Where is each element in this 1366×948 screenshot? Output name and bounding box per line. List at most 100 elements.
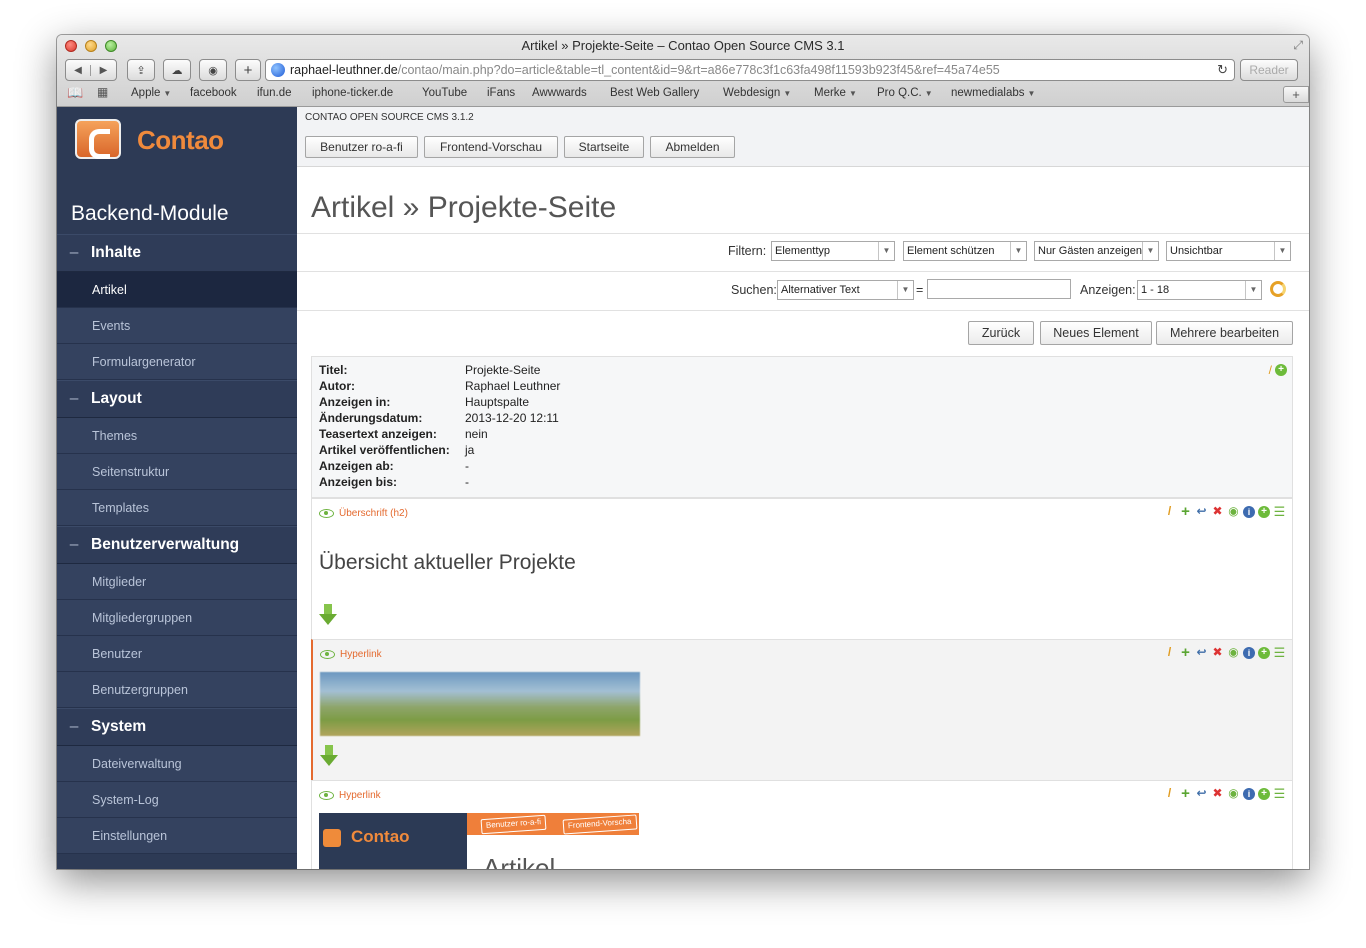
preview-logo-icon — [323, 829, 341, 847]
toggle-visibility-icon[interactable]: ◉ — [1227, 646, 1240, 659]
paste-after-icon[interactable]: + — [1258, 787, 1270, 800]
delete-icon[interactable]: ✖ — [1211, 505, 1224, 518]
reload-icon[interactable]: ↻ — [1217, 60, 1228, 80]
sidebar-item-system-log[interactable]: System-Log — [57, 782, 297, 818]
search-field-select[interactable]: Alternativer Text ▼ — [777, 280, 914, 300]
content-element-headline: Überschrift (h2) / + ↩ ✖ ◉ i + ☰ Übersic… — [311, 498, 1293, 639]
meta-value: Projekte-Seite — [465, 363, 541, 377]
filter-invisible-select[interactable]: Unsichtbar ▼ — [1166, 241, 1291, 261]
bookmark-apple[interactable]: Apple ▼ — [131, 87, 171, 99]
reader-button[interactable]: Reader — [1240, 59, 1298, 81]
filter-element-type-select[interactable]: Elementtyp ▼ — [771, 241, 895, 261]
page-title: Artikel » Projekte-Seite — [311, 191, 617, 224]
book-icon[interactable]: 📖 — [67, 85, 83, 101]
paste-after-icon[interactable]: + — [1258, 646, 1270, 659]
dropdown-arrow-icon: ▼ — [1010, 242, 1026, 260]
caret-down-icon: ▼ — [848, 89, 857, 98]
logo[interactable]: Contao — [57, 107, 297, 169]
sidebar-group-benutzerverwaltung[interactable]: – Benutzerverwaltung — [57, 526, 297, 564]
ghostery-icon[interactable]: ◉ — [199, 59, 227, 81]
info-icon[interactable]: i — [1243, 646, 1255, 659]
browser-toolbar: Artikel » Projekte-Seite – Contao Open S… — [57, 35, 1309, 107]
bookmark-best-web-gallery[interactable]: Best Web Gallery — [610, 87, 699, 99]
arrow-down-icon[interactable] — [320, 745, 338, 767]
sidebar: Contao Backend-Module – Inhalte Artikel E… — [57, 107, 297, 869]
bookmark-webdesign[interactable]: Webdesign ▼ — [723, 87, 791, 99]
search-input[interactable] — [927, 279, 1071, 299]
bookmark-ifans[interactable]: iFans — [487, 87, 515, 99]
refresh-icon[interactable] — [1270, 281, 1286, 297]
delete-icon[interactable]: ✖ — [1211, 646, 1224, 659]
new-element-button[interactable]: Neues Element — [1040, 321, 1152, 345]
toggle-visibility-icon[interactable]: ◉ — [1227, 505, 1240, 518]
bookmark-merke[interactable]: Merke ▼ — [814, 87, 857, 99]
drag-handle-icon[interactable]: ☰ — [1273, 505, 1286, 518]
move-icon[interactable]: ↩ — [1195, 505, 1208, 518]
user-button[interactable]: Benutzer ro-a-fi — [305, 136, 418, 158]
icloud-icon[interactable]: ☁ — [163, 59, 191, 81]
bookmark-pro-qc[interactable]: Pro Q.C. ▼ — [877, 87, 933, 99]
copy-icon[interactable]: + — [1179, 504, 1192, 519]
toggle-visibility-icon[interactable]: ◉ — [1227, 787, 1240, 800]
new-tab-icon[interactable]: + — [1283, 86, 1309, 103]
filter-protected-select[interactable]: Element schützen ▼ — [903, 241, 1027, 261]
sidebar-item-mitgliedergruppen[interactable]: Mitgliedergruppen — [57, 600, 297, 636]
address-bar[interactable]: raphael-leuthner.de/contao/main.php?do=a… — [265, 59, 1235, 81]
meta-key: Anzeigen in: — [319, 395, 391, 409]
meta-value: nein — [465, 427, 488, 441]
delete-icon[interactable]: ✖ — [1211, 787, 1224, 800]
back-button[interactable]: Zurück — [968, 321, 1034, 345]
copy-icon[interactable]: + — [1179, 645, 1192, 660]
frontend-preview-button[interactable]: Frontend-Vorschau — [424, 136, 558, 158]
info-icon[interactable]: i — [1243, 505, 1255, 518]
sidebar-group-inhalte[interactable]: – Inhalte — [57, 234, 297, 272]
sidebar-item-mitglieder[interactable]: Mitglieder — [57, 564, 297, 600]
add-bookmark-icon[interactable]: + — [235, 59, 261, 81]
sidebar-item-templates[interactable]: Templates — [57, 490, 297, 526]
edit-multiple-button[interactable]: Mehrere bearbeiten — [1156, 321, 1293, 345]
sidebar-item-dateiverwaltung[interactable]: Dateiverwaltung — [57, 746, 297, 782]
bookmark-awwwards[interactable]: Awwwards — [532, 87, 587, 99]
homepage-button[interactable]: Startseite — [564, 136, 644, 158]
edit-icon[interactable]: / — [1163, 646, 1176, 659]
move-icon[interactable]: ↩ — [1195, 646, 1208, 659]
drag-handle-icon[interactable]: ☰ — [1273, 646, 1286, 659]
sidebar-item-themes[interactable]: Themes — [57, 418, 297, 454]
sidebar-group-layout[interactable]: – Layout — [57, 380, 297, 418]
bookmark-youtube[interactable]: YouTube — [422, 87, 467, 99]
sidebar-item-einstellungen[interactable]: Einstellungen — [57, 818, 297, 854]
sidebar-item-formulargenerator[interactable]: Formulargenerator — [57, 344, 297, 380]
sidebar-group-system[interactable]: – System — [57, 708, 297, 746]
add-element-icon[interactable]: + — [1275, 364, 1287, 376]
filter-guests-select[interactable]: Nur Gästen anzeigen ▼ — [1034, 241, 1159, 261]
share-icon[interactable]: ⇪ — [127, 59, 155, 81]
edit-article-icon[interactable]: / — [1269, 363, 1272, 377]
bookmark-ifun[interactable]: ifun.de — [257, 87, 292, 99]
arrow-down-icon[interactable] — [319, 604, 337, 626]
copy-icon[interactable]: + — [1179, 786, 1192, 801]
sidebar-item-benutzer[interactable]: Benutzer — [57, 636, 297, 672]
edit-icon[interactable]: / — [1163, 505, 1176, 518]
back-icon[interactable]: ◀ — [66, 64, 91, 76]
bookmark-facebook[interactable]: facebook — [190, 87, 237, 99]
edit-icon[interactable]: / — [1163, 787, 1176, 800]
drag-handle-icon[interactable]: ☰ — [1273, 787, 1286, 800]
element-type-label: Hyperlink — [320, 649, 382, 660]
move-icon[interactable]: ↩ — [1195, 787, 1208, 800]
sidebar-item-seitenstruktur[interactable]: Seitenstruktur — [57, 454, 297, 490]
logout-button[interactable]: Abmelden — [650, 136, 735, 158]
top-sites-icon[interactable]: ▦ — [97, 85, 108, 99]
bookmark-newmedialabs[interactable]: newmedialabs ▼ — [951, 87, 1035, 99]
show-range-select[interactable]: 1 - 18 ▼ — [1137, 280, 1262, 300]
search-label: Suchen: — [731, 283, 777, 297]
sidebar-item-events[interactable]: Events — [57, 308, 297, 344]
fullscreen-icon[interactable]: ⤢ — [1293, 38, 1303, 53]
info-icon[interactable]: i — [1243, 787, 1255, 800]
bookmark-iphone-ticker[interactable]: iphone-ticker.de — [312, 87, 393, 99]
preview-heading: Artikel — [483, 853, 556, 869]
sidebar-item-artikel[interactable]: Artikel — [57, 272, 297, 308]
forward-icon[interactable]: ▶ — [91, 65, 116, 76]
select-value: Unsichtbar — [1170, 245, 1223, 257]
sidebar-item-benutzergruppen[interactable]: Benutzergruppen — [57, 672, 297, 708]
paste-after-icon[interactable]: + — [1258, 505, 1270, 518]
